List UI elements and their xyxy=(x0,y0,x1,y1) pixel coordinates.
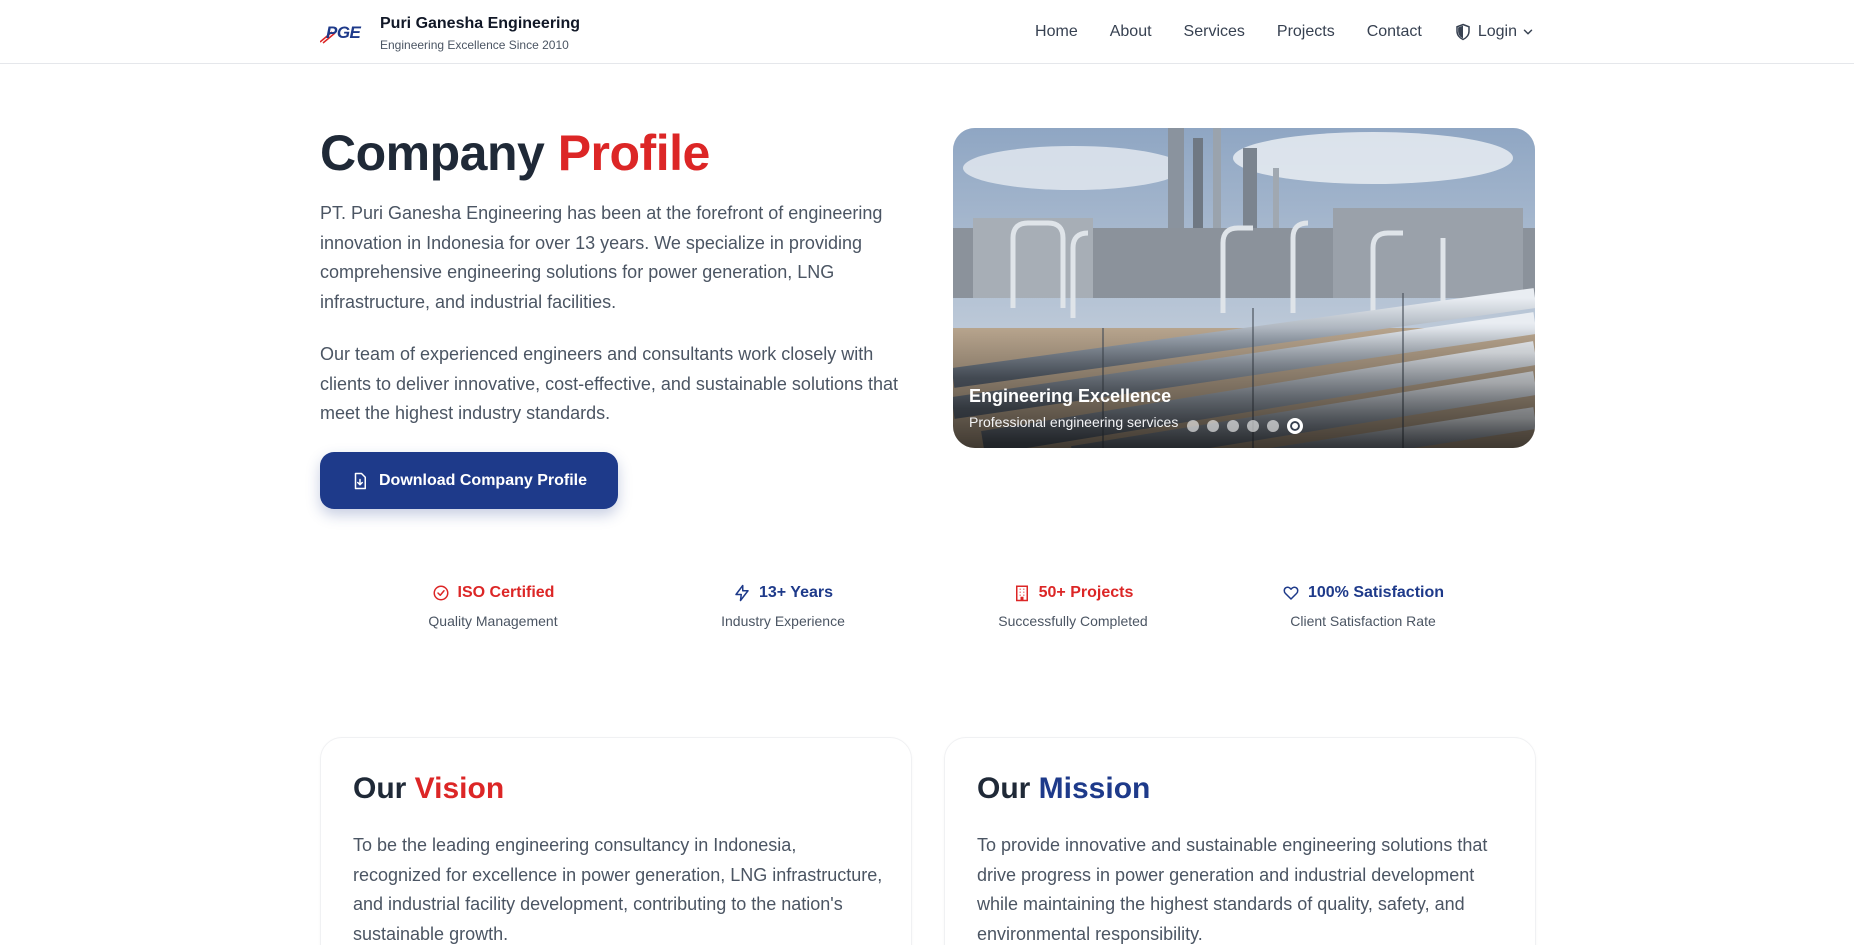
team-paragraph: Our team of experienced engineers and co… xyxy=(320,344,898,423)
page-title-main: Company xyxy=(320,125,558,181)
logo-text: PGE xyxy=(326,23,361,42)
mission-card: Our Mission To provide innovative and su… xyxy=(944,737,1536,945)
carousel-dot-2[interactable] xyxy=(1207,420,1219,432)
building-icon xyxy=(1015,585,1028,602)
main-nav: Home About Services Projects Contact Log… xyxy=(1035,19,1535,45)
stat-iso-subtitle: Quality Management xyxy=(428,613,558,629)
heart-icon xyxy=(1283,586,1299,600)
page-title: Company Profile xyxy=(320,122,710,184)
mission-title-accent: Mission xyxy=(1038,772,1151,805)
carousel-dot-1[interactable] xyxy=(1187,420,1199,432)
login-label: Login xyxy=(1477,23,1517,40)
check-circle-icon xyxy=(433,585,449,601)
slide-title: Engineering Excellence xyxy=(969,386,1172,406)
carousel-dots xyxy=(1187,418,1311,434)
shield-icon xyxy=(1456,23,1470,41)
intro-paragraph: PT. Puri Ganesha Engineering has been at… xyxy=(320,203,883,312)
mission-text: To provide innovative and sustainable en… xyxy=(977,835,1488,944)
vision-text: To be the leading engineering consultanc… xyxy=(353,835,883,944)
site-header: PGE Puri Ganesha Engineering Engineering… xyxy=(0,0,1854,64)
brand[interactable]: PGE Puri Ganesha Engineering Engineering… xyxy=(320,14,580,54)
company-logo: PGE xyxy=(320,16,368,52)
stat-projects-subtitle: Successfully Completed xyxy=(998,613,1148,629)
nav-about[interactable]: About xyxy=(1110,19,1152,45)
brand-name: Puri Ganesha Engineering xyxy=(380,15,581,32)
stat-satisfaction-subtitle: Client Satisfaction Rate xyxy=(1290,613,1436,629)
lightning-icon xyxy=(735,584,749,602)
page-title-accent: Profile xyxy=(557,125,711,181)
stat-satisfaction-title: 100% Satisfaction xyxy=(1307,584,1445,601)
stat-projects: 50+ Projects Successfully Completed xyxy=(953,582,1193,629)
vision-card: Our Vision To be the leading engineering… xyxy=(320,737,912,945)
carousel-dot-6[interactable] xyxy=(1287,418,1303,434)
chevron-down-icon xyxy=(1523,29,1533,35)
carousel-dot-5[interactable] xyxy=(1267,420,1279,432)
stat-satisfaction: 100% Satisfaction Client Satisfaction Ra… xyxy=(1243,582,1483,629)
slide-subtitle: Professional engineering services xyxy=(969,414,1179,430)
stat-years: 13+ Years Industry Experience xyxy=(663,582,903,629)
login-button[interactable]: Login xyxy=(1454,23,1535,41)
mission-title: Our Mission xyxy=(977,772,1150,806)
vision-title-accent: Vision xyxy=(414,772,505,805)
vision-title-main: Our xyxy=(353,772,415,805)
carousel-dot-3[interactable] xyxy=(1227,420,1239,432)
stat-iso: ISO Certified Quality Management xyxy=(373,582,613,629)
download-profile-label: Download Company Profile xyxy=(378,471,587,489)
mission-title-main: Our xyxy=(977,772,1039,805)
stat-iso-title: ISO Certified xyxy=(457,584,555,601)
stat-years-subtitle: Industry Experience xyxy=(721,613,845,629)
nav-projects[interactable]: Projects xyxy=(1277,19,1335,45)
download-profile-button[interactable]: Download Company Profile xyxy=(320,452,618,509)
image-carousel[interactable]: Engineering Excellence Professional engi… xyxy=(953,128,1535,448)
file-download-icon xyxy=(354,472,366,489)
brand-tagline: Engineering Excellence Since 2010 xyxy=(380,38,569,52)
stat-years-title: 13+ Years xyxy=(758,584,833,601)
carousel-dot-4[interactable] xyxy=(1247,420,1259,432)
stat-projects-title: 50+ Projects xyxy=(1038,584,1134,601)
nav-home[interactable]: Home xyxy=(1035,19,1078,45)
nav-contact[interactable]: Contact xyxy=(1367,19,1422,45)
nav-services[interactable]: Services xyxy=(1184,19,1245,45)
vision-title: Our Vision xyxy=(353,772,504,806)
